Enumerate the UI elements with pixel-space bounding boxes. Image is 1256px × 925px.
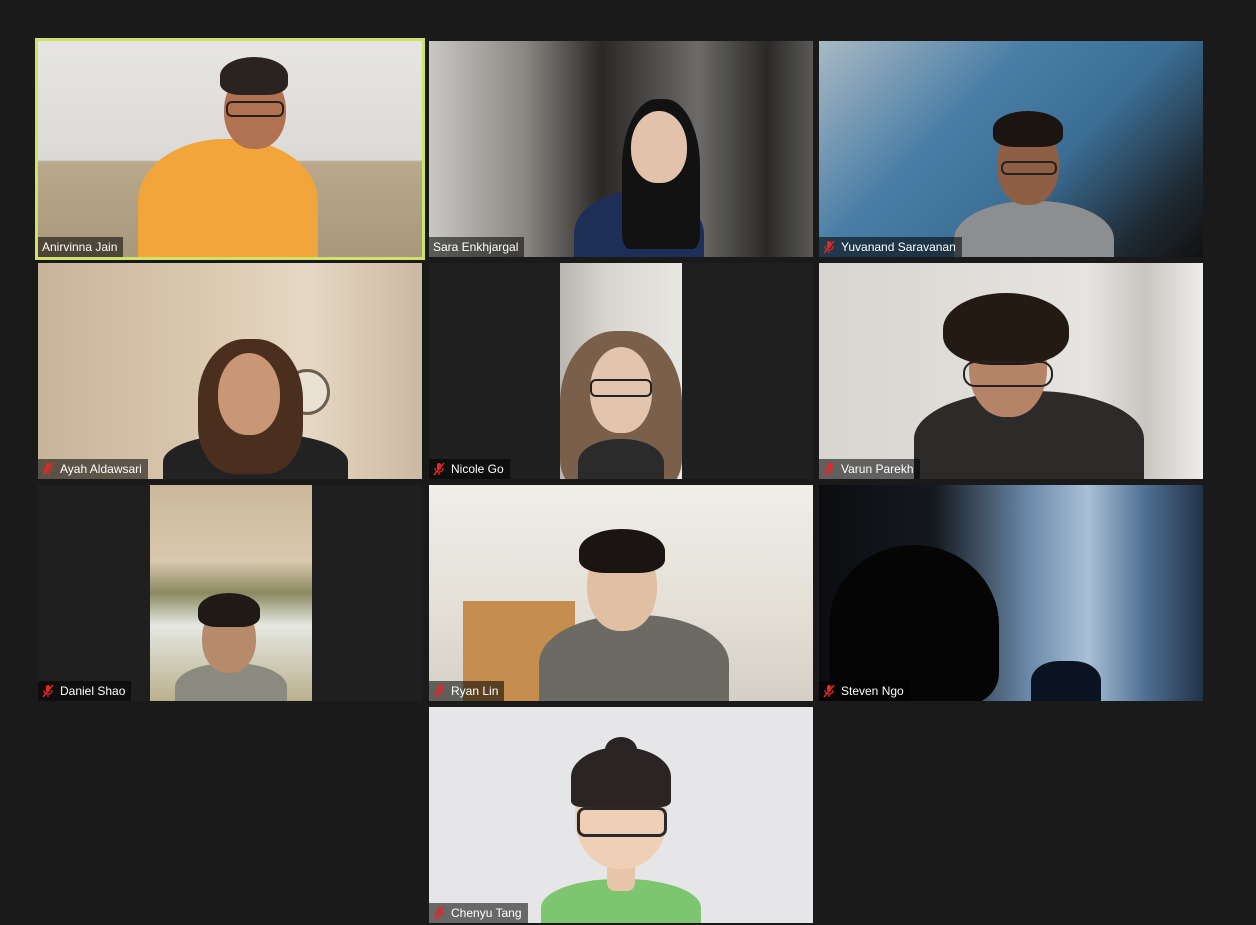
- participant-video: [38, 263, 422, 479]
- video-tile[interactable]: Ayah Aldawsari: [38, 263, 422, 479]
- participant-video: [429, 707, 813, 923]
- participant-name-tag: Steven Ngo: [819, 681, 910, 701]
- participant-name-tag: Yuvanand Saravanan: [819, 237, 962, 257]
- avatar-bun: [605, 737, 637, 763]
- participant-name: Ayah Aldawsari: [60, 462, 142, 476]
- participant-name-tag: Nicole Go: [429, 459, 510, 479]
- participant-name: Nicole Go: [451, 462, 504, 476]
- participant-name: Varun Parekh: [841, 462, 914, 476]
- participant-name: Sara Enkhjargal: [433, 240, 519, 254]
- object-silhouette: [1031, 661, 1101, 701]
- mic-muted-icon: [433, 684, 445, 698]
- video-tile[interactable]: Ryan Lin: [429, 485, 813, 701]
- glasses: [577, 807, 667, 837]
- person-body: [138, 139, 318, 257]
- participant-video: [819, 41, 1203, 257]
- video-tile[interactable]: Nicole Go: [429, 263, 813, 479]
- person-hair: [220, 57, 288, 95]
- glasses: [590, 379, 652, 397]
- mic-muted-icon: [823, 462, 835, 476]
- mic-muted-icon: [433, 906, 445, 920]
- person-hair: [943, 293, 1069, 365]
- participant-video: [819, 485, 1203, 701]
- participant-name: Steven Ngo: [841, 684, 904, 698]
- mic-muted-icon: [823, 240, 835, 254]
- person-body: [578, 439, 664, 479]
- participant-video: [429, 41, 813, 257]
- person-head: [631, 111, 687, 183]
- video-tile[interactable]: Yuvanand Saravanan: [819, 41, 1203, 257]
- person-hair: [198, 593, 260, 627]
- participant-video: [819, 263, 1203, 479]
- glasses: [963, 361, 1053, 387]
- mic-muted-icon: [823, 684, 835, 698]
- participant-name: Daniel Shao: [60, 684, 126, 698]
- participant-name-tag: Ryan Lin: [429, 681, 505, 701]
- video-tile[interactable]: Sara Enkhjargal: [429, 41, 813, 257]
- video-tile[interactable]: Steven Ngo: [819, 485, 1203, 701]
- person-head: [218, 353, 280, 435]
- participant-name-tag: Ayah Aldawsari: [38, 459, 148, 479]
- participant-name-tag: Chenyu Tang: [429, 903, 528, 923]
- participant-video: [38, 41, 422, 257]
- video-tile[interactable]: Chenyu Tang: [429, 707, 813, 923]
- participant-video: [429, 485, 813, 701]
- mic-muted-icon: [42, 462, 54, 476]
- person-hair: [993, 111, 1063, 147]
- participant-video: [150, 485, 312, 701]
- participant-name-tag: Sara Enkhjargal: [429, 237, 525, 257]
- glasses: [1001, 161, 1057, 175]
- video-tile[interactable]: Varun Parekh: [819, 263, 1203, 479]
- glasses: [226, 101, 284, 117]
- participant-name: Yuvanand Saravanan: [841, 240, 956, 254]
- person-silhouette: [829, 545, 999, 701]
- participant-name-tag: Daniel Shao: [38, 681, 132, 701]
- participant-name-tag: Anirvinna Jain: [38, 237, 124, 257]
- participant-name-tag: Varun Parekh: [819, 459, 920, 479]
- mic-muted-icon: [433, 462, 445, 476]
- person-hair: [579, 529, 665, 573]
- participant-video: [560, 263, 682, 479]
- participant-name: Chenyu Tang: [451, 906, 522, 920]
- video-tile[interactable]: Anirvinna Jain: [35, 38, 425, 260]
- mic-muted-icon: [42, 684, 54, 698]
- person-body: [954, 201, 1114, 257]
- participant-name: Ryan Lin: [451, 684, 499, 698]
- video-tile[interactable]: Daniel Shao: [38, 485, 422, 701]
- participant-name: Anirvinna Jain: [42, 240, 118, 254]
